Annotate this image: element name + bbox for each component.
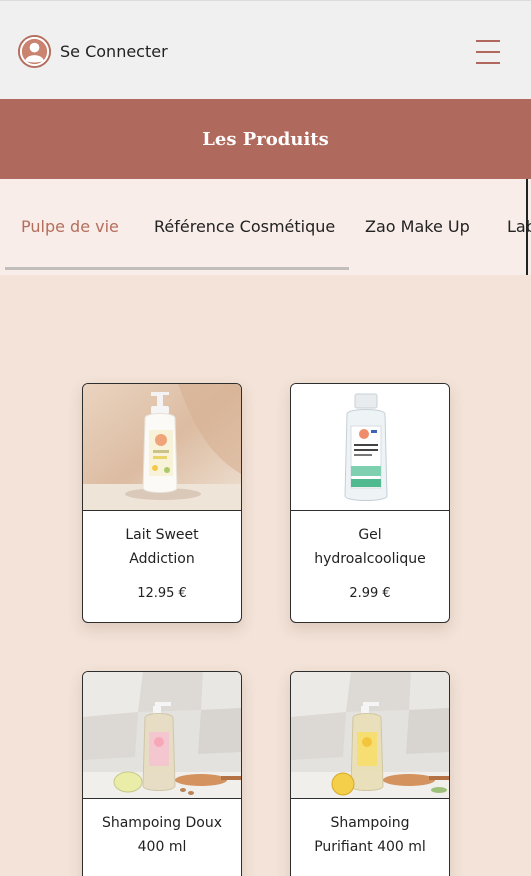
user-avatar-icon (17, 34, 52, 69)
product-image[interactable] (83, 384, 241, 511)
product-card-gel-hydroalcoolique[interactable]: Gel hydroalcoolique 2.99 € (290, 383, 450, 623)
product-price: 2.99 € (349, 586, 391, 601)
product-name[interactable]: Shampoing Purifiant 400 ml (301, 811, 439, 859)
login-label: Se Connecter (60, 42, 168, 61)
tabs-divider (526, 179, 528, 275)
page-title: Les Produits (202, 128, 329, 150)
page-banner: Les Produits (0, 99, 531, 179)
tab-reference-cosmetique[interactable]: Référence Cosmétique (154, 217, 335, 236)
product-card-lait-sweet-addiction[interactable]: Lait Sweet Addiction 12.95 € (82, 383, 242, 623)
login-button[interactable]: Se Connecter (17, 34, 168, 69)
product-name[interactable]: Gel hydroalcoolique (301, 523, 439, 571)
brand-tabs: Pulpe de vie Référence Cosmétique Zao Ma… (0, 179, 531, 275)
product-card-shampoing-doux[interactable]: Shampoing Doux 400 ml (82, 671, 242, 876)
tabs-scroll-indicator[interactable] (5, 267, 349, 270)
product-name[interactable]: Lait Sweet Addiction (93, 523, 231, 571)
product-image[interactable] (83, 672, 241, 799)
product-image[interactable] (291, 384, 449, 511)
tab-zao-make-up[interactable]: Zao Make Up (365, 217, 470, 236)
hamburger-menu-icon[interactable] (476, 38, 502, 66)
site-header: Se Connecter (0, 0, 531, 99)
product-price: 12.95 € (137, 586, 187, 601)
product-card-shampoing-purifiant[interactable]: Shampoing Purifiant 400 ml (290, 671, 450, 876)
product-name[interactable]: Shampoing Doux 400 ml (93, 811, 231, 859)
tab-pulpe-de-vie[interactable]: Pulpe de vie (21, 217, 119, 236)
product-image[interactable] (291, 672, 449, 799)
